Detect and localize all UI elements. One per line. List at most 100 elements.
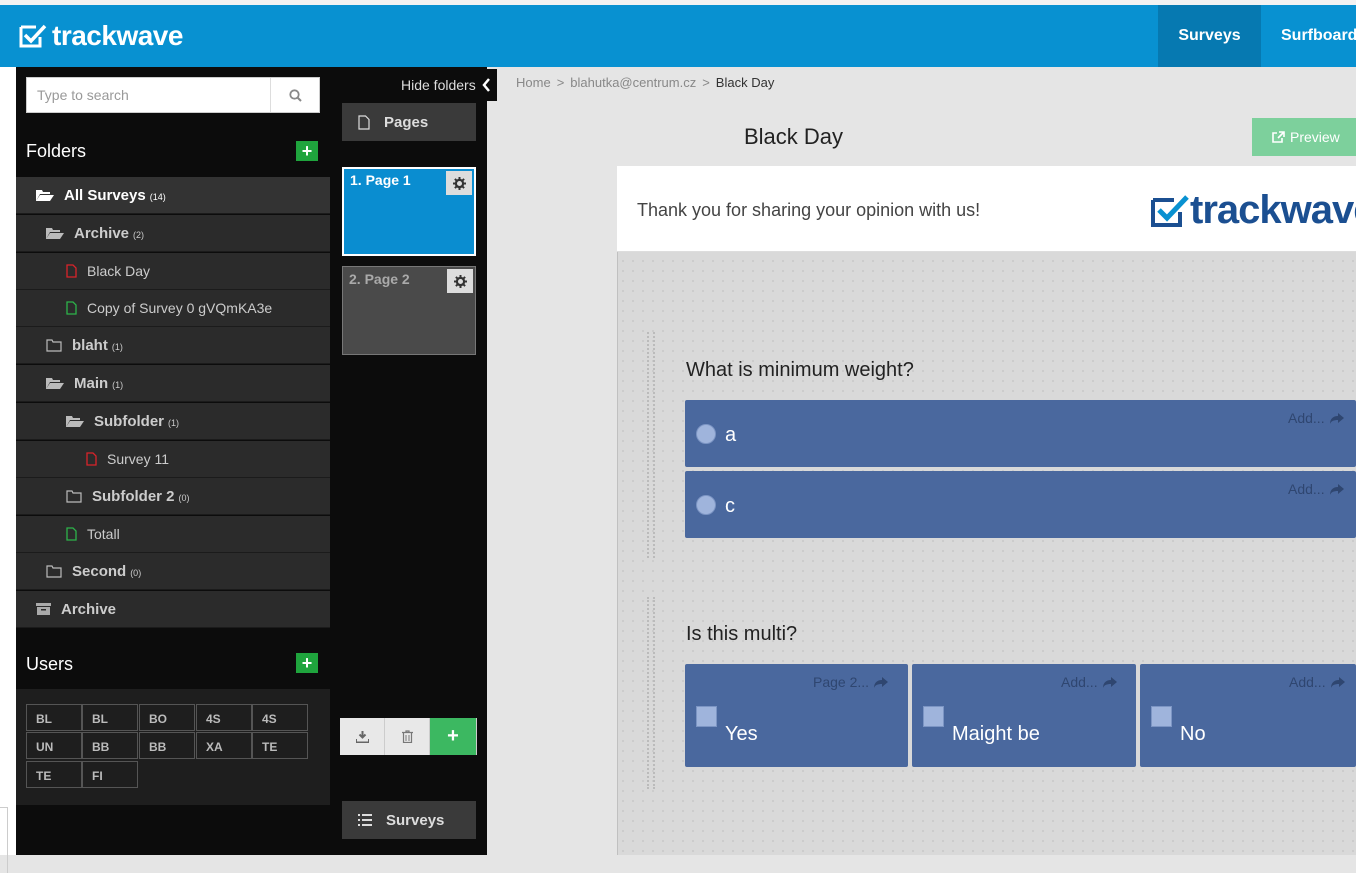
folder-icon (46, 338, 62, 352)
survey-black-day[interactable]: Black Day (16, 253, 330, 290)
folder-blaht[interactable]: blaht (1) (16, 327, 330, 364)
answer-option[interactable]: a Add... (685, 400, 1356, 467)
add-page-button[interactable]: + (430, 718, 477, 755)
search-icon (289, 88, 302, 102)
user-avatar[interactable]: BL (82, 704, 138, 731)
add-folder-button[interactable]: + (296, 141, 318, 161)
window-edge (0, 67, 16, 873)
pages-header-label: Pages (384, 113, 429, 131)
answer-option[interactable]: Maight be Add... (912, 664, 1136, 767)
user-avatar[interactable]: TE (252, 732, 308, 759)
download-button[interactable] (340, 718, 385, 755)
question-text[interactable]: Is this multi? (686, 623, 797, 646)
radio-button[interactable] (696, 495, 716, 515)
chevron-left-icon (482, 78, 490, 92)
users-title: Users (26, 654, 74, 674)
question-text[interactable]: What is minimum weight? (686, 359, 914, 382)
folder-open-icon (46, 378, 64, 389)
user-avatar[interactable]: XA (196, 732, 252, 759)
list-icon (358, 814, 372, 826)
folder-count: (0) (178, 493, 190, 503)
survey-totall[interactable]: Totall (16, 516, 330, 553)
option-action[interactable]: Add... (1289, 674, 1345, 690)
checkbox[interactable] (696, 706, 717, 727)
user-avatar[interactable]: BO (139, 704, 195, 731)
external-link-icon (1272, 131, 1285, 143)
folders-title: Folders (26, 141, 87, 161)
folder-second[interactable]: Second (0) (16, 553, 330, 590)
add-user-button[interactable]: + (296, 653, 318, 673)
preview-button[interactable]: Preview (1252, 118, 1356, 156)
option-action[interactable]: Add... (1061, 674, 1117, 690)
survey-label: Totall (87, 526, 120, 542)
folder-archive[interactable]: Archive (2) (16, 215, 330, 252)
delete-page-button[interactable] (385, 718, 430, 755)
user-avatar[interactable]: 4S (196, 704, 252, 731)
checkbox[interactable] (1151, 706, 1172, 727)
page-card-1[interactable]: 1. Page 1 (342, 167, 476, 256)
survey-label: Copy of Survey 0 gVQmKA3e (87, 300, 273, 316)
file-icon (66, 264, 77, 278)
option-label: Yes (725, 723, 758, 745)
drag-handle[interactable] (647, 597, 655, 789)
nav-surfboard[interactable]: Surfboard (1281, 5, 1356, 67)
option-action[interactable]: Page 2... (813, 674, 889, 690)
folder-subfolder-2[interactable]: Subfolder 2 (0) (16, 478, 330, 515)
survey-label: Black Day (87, 263, 151, 279)
surveys-button-label: Surveys (386, 811, 445, 829)
page-settings-button[interactable] (447, 269, 473, 293)
surveys-list-button[interactable]: Surveys (342, 801, 476, 839)
breadcrumb-home[interactable]: Home (516, 75, 551, 90)
folder-main[interactable]: Main (1) (16, 365, 330, 402)
page-card-2[interactable]: 2. Page 2 (342, 266, 476, 355)
folder-subfolder[interactable]: Subfolder (1) (16, 403, 330, 440)
archive-box-icon (36, 603, 51, 615)
folder-label: blaht (72, 336, 108, 354)
answer-option[interactable]: No Add... (1140, 664, 1356, 767)
users-grid: BL BL BO 4S 4S UN BB BB XA TE TE FI (16, 689, 330, 805)
page-card-title: 2. Page 2 (349, 271, 410, 287)
user-avatar[interactable]: 4S (252, 704, 308, 731)
checkbox[interactable] (923, 706, 944, 727)
folder-label: All Surveys (64, 186, 146, 204)
option-label: No (1180, 723, 1206, 745)
user-avatar[interactable]: TE (26, 761, 82, 788)
survey-logo: trackwave (1150, 188, 1356, 233)
user-avatar[interactable]: BB (139, 732, 195, 759)
drag-handle[interactable] (647, 332, 655, 558)
option-label: a (725, 424, 737, 446)
option-action[interactable]: Add... (1288, 410, 1344, 426)
folder-label: Archive (74, 224, 130, 242)
option-action[interactable]: Add... (1288, 481, 1344, 497)
page-settings-button[interactable] (446, 171, 472, 195)
file-icon (358, 114, 370, 130)
survey-copy-of-survey-0[interactable]: Copy of Survey 0 gVQmKA3e (16, 290, 330, 327)
answer-option[interactable]: c Add... (685, 471, 1356, 538)
folder-count: (0) (130, 568, 142, 578)
folder-all-surveys[interactable]: All Surveys (14) (16, 177, 330, 214)
archive-folder[interactable]: Archive (16, 591, 330, 628)
user-avatar[interactable]: FI (82, 761, 138, 788)
user-avatar[interactable]: UN (26, 732, 82, 759)
hide-folders-button[interactable]: Hide folders (390, 69, 497, 101)
search-input[interactable] (27, 78, 270, 112)
radio-button[interactable] (696, 424, 716, 444)
pages-header[interactable]: Pages (342, 103, 476, 141)
hide-folders-label: Hide folders (401, 77, 476, 93)
app-logo[interactable]: trackwave (18, 20, 183, 51)
nav-surveys[interactable]: Surveys (1158, 5, 1261, 67)
breadcrumb-user[interactable]: blahutka@centrum.cz (570, 75, 696, 90)
share-arrow-icon (1330, 676, 1345, 688)
user-avatar[interactable]: BB (82, 732, 138, 759)
answer-option[interactable]: Yes Page 2... (685, 664, 908, 767)
survey-survey-11[interactable]: Survey 11 (16, 441, 330, 478)
folder-icon (46, 564, 62, 578)
folder-count: (1) (111, 342, 123, 352)
folders-sidebar: Folders + All Surveys(14) Archive(2) Bla… (16, 67, 330, 855)
user-avatar[interactable]: BL (26, 704, 82, 731)
search-box (26, 77, 320, 113)
breadcrumb: Home > blahutka@centrum.cz > Black Day (516, 75, 774, 90)
search-button[interactable] (270, 78, 320, 112)
folder-count: (1) (168, 418, 179, 428)
trash-icon (401, 730, 413, 743)
